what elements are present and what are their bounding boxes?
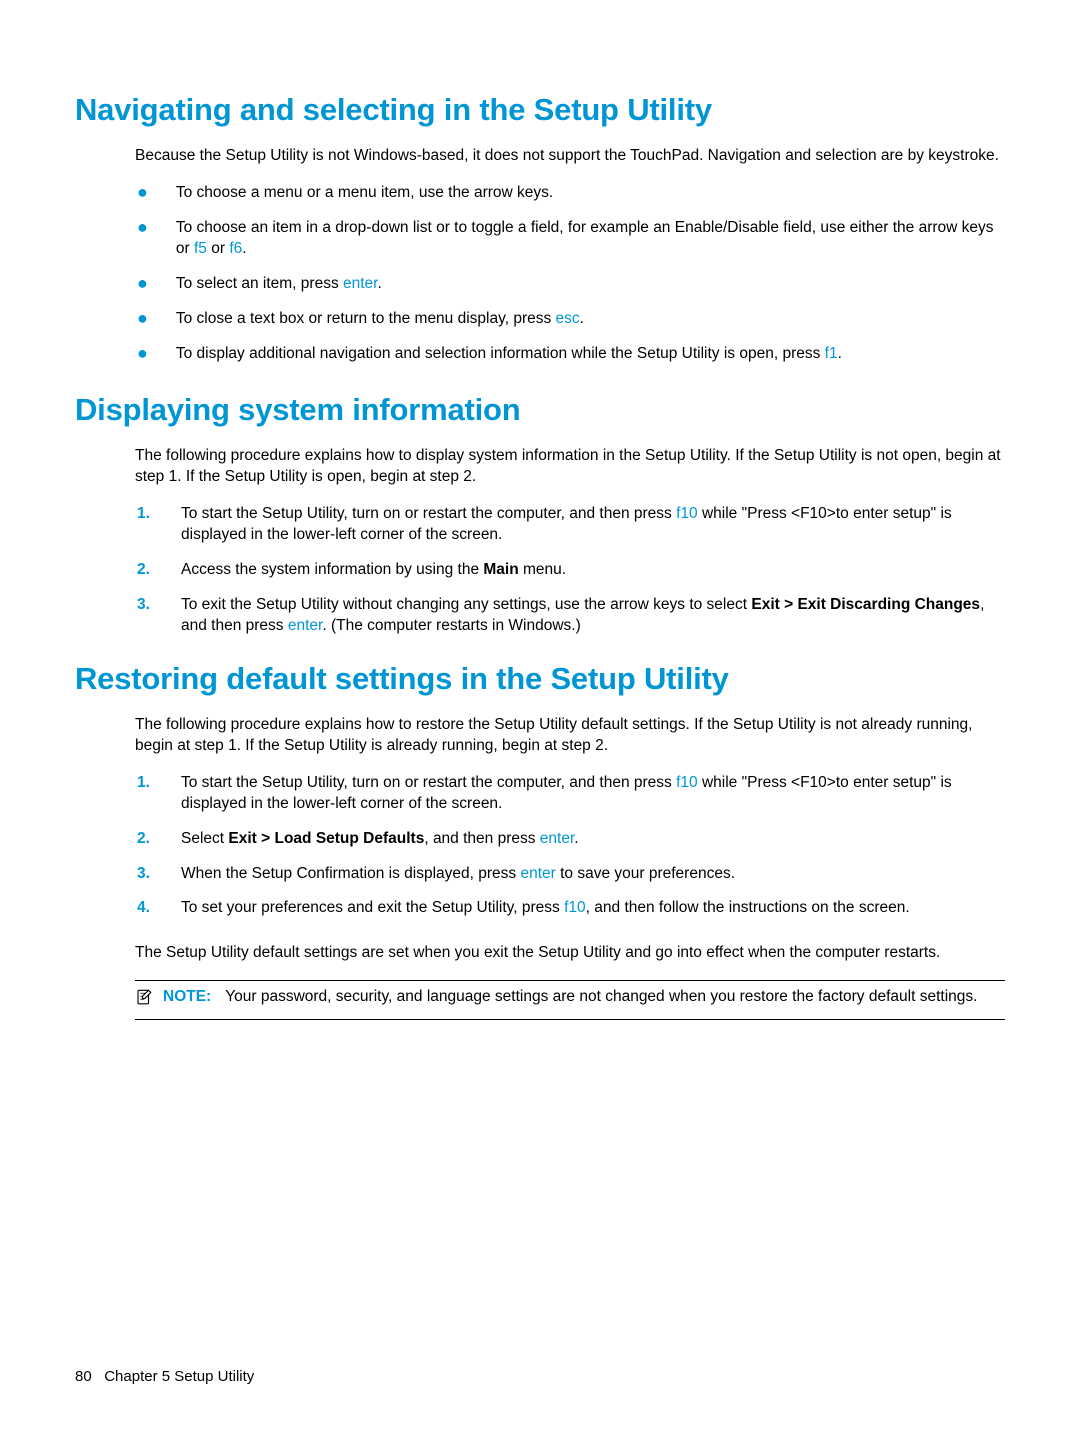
bullet-icon: ● bbox=[137, 274, 148, 295]
list-item: ● To close a text box or return to the m… bbox=[135, 309, 1005, 330]
note-box: NOTE: Your password, security, and langua… bbox=[135, 980, 1005, 1019]
key-f10: f10 bbox=[564, 899, 586, 916]
step-text: To start the Setup Utility, turn on or r… bbox=[181, 504, 1005, 546]
bullet-text: To choose an item in a drop-down list or… bbox=[176, 218, 1005, 260]
list-item: 2. Access the system information by usin… bbox=[135, 560, 1005, 581]
step-text: Select Exit > Load Setup Defaults, and t… bbox=[181, 829, 1005, 850]
note-icon bbox=[135, 988, 153, 1012]
key-f10: f10 bbox=[676, 505, 698, 522]
bullet-text: To choose a menu or a menu item, use the… bbox=[176, 183, 1005, 204]
bullet-text: To display additional navigation and sel… bbox=[176, 344, 1005, 365]
list-item: ● To select an item, press enter. bbox=[135, 274, 1005, 295]
intro-restoring: The following procedure explains how to … bbox=[135, 715, 1005, 757]
bullet-icon: ● bbox=[137, 183, 148, 204]
list-item: ● To choose an item in a drop-down list … bbox=[135, 218, 1005, 260]
step-text: When the Setup Confirmation is displayed… bbox=[181, 864, 1005, 885]
outro-restoring: The Setup Utility default settings are s… bbox=[135, 943, 1005, 964]
bullet-text: To select an item, press enter. bbox=[176, 274, 1005, 295]
key-enter: enter bbox=[343, 275, 377, 292]
bullet-list-navigating: ● To choose a menu or a menu item, use t… bbox=[135, 183, 1005, 365]
step-text: To start the Setup Utility, turn on or r… bbox=[181, 773, 1005, 815]
ordered-list-displaying: 1. To start the Setup Utility, turn on o… bbox=[135, 504, 1005, 637]
page-footer: 80 Chapter 5 Setup Utility bbox=[75, 1368, 254, 1385]
bullet-icon: ● bbox=[137, 218, 148, 260]
heading-restoring: Restoring default settings in the Setup … bbox=[75, 661, 1005, 697]
bullet-icon: ● bbox=[137, 344, 148, 365]
key-f5: f5 bbox=[194, 240, 207, 257]
key-esc: esc bbox=[556, 310, 580, 327]
step-number: 1. bbox=[137, 773, 155, 815]
list-item: ● To display additional navigation and s… bbox=[135, 344, 1005, 365]
step-text: Access the system information by using t… bbox=[181, 560, 1005, 581]
intro-navigating: Because the Setup Utility is not Windows… bbox=[135, 146, 1005, 167]
key-enter: enter bbox=[540, 830, 574, 847]
step-number: 2. bbox=[137, 829, 155, 850]
bold-text: Exit > Exit Discarding Changes bbox=[751, 596, 980, 613]
step-number: 4. bbox=[137, 898, 155, 919]
note-text: Your password, security, and language se… bbox=[225, 988, 977, 1005]
heading-navigating: Navigating and selecting in the Setup Ut… bbox=[75, 92, 1005, 128]
list-item: ● To choose a menu or a menu item, use t… bbox=[135, 183, 1005, 204]
page-number: 80 bbox=[75, 1368, 92, 1385]
step-number: 3. bbox=[137, 864, 155, 885]
bullet-text: To close a text box or return to the men… bbox=[176, 309, 1005, 330]
list-item: 4. To set your preferences and exit the … bbox=[135, 898, 1005, 919]
key-f1: f1 bbox=[825, 345, 838, 362]
step-number: 3. bbox=[137, 595, 155, 637]
list-item: 2. Select Exit > Load Setup Defaults, an… bbox=[135, 829, 1005, 850]
intro-displaying: The following procedure explains how to … bbox=[135, 446, 1005, 488]
key-f10: f10 bbox=[676, 774, 698, 791]
list-item: 1. To start the Setup Utility, turn on o… bbox=[135, 773, 1005, 815]
note-label: NOTE: bbox=[163, 988, 211, 1005]
note-content: NOTE: Your password, security, and langua… bbox=[163, 987, 977, 1008]
key-f6: f6 bbox=[229, 240, 242, 257]
list-item: 1. To start the Setup Utility, turn on o… bbox=[135, 504, 1005, 546]
chapter-label: Chapter 5 Setup Utility bbox=[104, 1368, 254, 1385]
step-text: To set your preferences and exit the Set… bbox=[181, 898, 1005, 919]
key-enter: enter bbox=[288, 617, 322, 634]
list-item: 3. To exit the Setup Utility without cha… bbox=[135, 595, 1005, 637]
key-enter: enter bbox=[520, 865, 555, 882]
bold-text: Exit > Load Setup Defaults bbox=[228, 830, 424, 847]
heading-displaying: Displaying system information bbox=[75, 392, 1005, 428]
step-text: To exit the Setup Utility without changi… bbox=[181, 595, 1005, 637]
list-item: 3. When the Setup Confirmation is displa… bbox=[135, 864, 1005, 885]
bullet-icon: ● bbox=[137, 309, 148, 330]
ordered-list-restoring: 1. To start the Setup Utility, turn on o… bbox=[135, 773, 1005, 920]
step-number: 1. bbox=[137, 504, 155, 546]
bold-text: Main bbox=[483, 561, 518, 578]
step-number: 2. bbox=[137, 560, 155, 581]
